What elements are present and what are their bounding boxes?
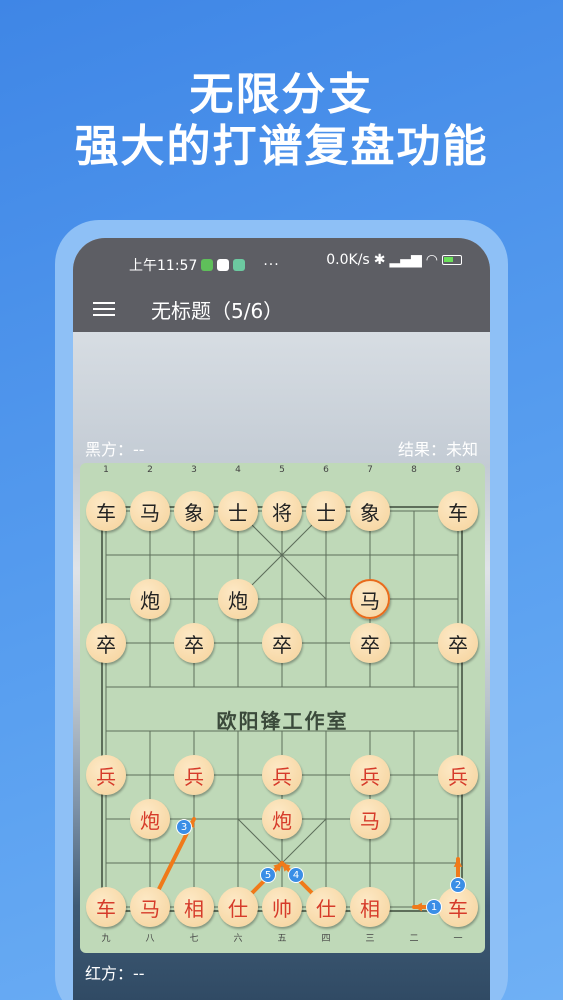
move-number-marker: 5 xyxy=(260,867,276,883)
red-piece[interactable]: 炮 xyxy=(262,799,302,839)
bottom-file-numbers: 九八七六五四三二一 xyxy=(80,931,485,944)
phone-screen: 上午11:57 ··· 0.0K/s ✱ ▂▄▆ ◠ 无标题（5/6） 黑方：-… xyxy=(73,238,490,1000)
qq-icon xyxy=(217,259,230,271)
move-number-marker: 2 xyxy=(450,877,466,893)
file-number: 七 xyxy=(189,934,199,944)
file-number: 五 xyxy=(277,934,287,944)
wechat-icon xyxy=(201,259,214,271)
red-piece[interactable]: 车 xyxy=(438,887,478,927)
black-piece[interactable]: 车 xyxy=(86,491,126,531)
file-number: 一 xyxy=(453,934,463,944)
red-piece[interactable]: 马 xyxy=(350,799,390,839)
red-piece[interactable]: 相 xyxy=(350,887,390,927)
black-piece[interactable]: 将 xyxy=(262,491,302,531)
chess-board[interactable]: 123456789 欧阳锋工作室 车马象士将士象车炮炮马卒卒卒卒卒兵兵兵兵兵炮炮… xyxy=(80,463,485,953)
red-player-label: 红方：-- xyxy=(85,964,145,983)
file-number: 六 xyxy=(233,934,243,944)
file-number: 三 xyxy=(365,934,375,944)
red-piece[interactable]: 兵 xyxy=(438,755,478,795)
black-piece[interactable]: 卒 xyxy=(86,623,126,663)
black-piece[interactable]: 卒 xyxy=(350,623,390,663)
battery-icon xyxy=(442,255,462,265)
wifi-icon: ◠ xyxy=(425,252,438,268)
network-speed: 0.0K/s xyxy=(326,252,370,268)
app-icon xyxy=(233,259,246,271)
bluetooth-icon: ✱ xyxy=(373,252,386,268)
black-piece[interactable]: 卒 xyxy=(174,623,214,663)
black-piece[interactable]: 马 xyxy=(350,579,390,619)
red-piece[interactable]: 仕 xyxy=(306,887,346,927)
black-piece[interactable]: 卒 xyxy=(262,623,302,663)
red-piece[interactable]: 车 xyxy=(86,887,126,927)
red-piece[interactable]: 兵 xyxy=(262,755,302,795)
black-piece[interactable]: 士 xyxy=(218,491,258,531)
move-number-marker: 1 xyxy=(426,899,442,915)
file-number: 八 xyxy=(145,934,155,944)
red-piece[interactable]: 仕 xyxy=(218,887,258,927)
black-piece[interactable]: 炮 xyxy=(218,579,258,619)
move-number-marker: 3 xyxy=(176,819,192,835)
file-number: 二 xyxy=(409,934,419,944)
river-text: 欧阳锋工作室 xyxy=(216,709,349,733)
black-piece[interactable]: 象 xyxy=(350,491,390,531)
status-time: 上午11:57 xyxy=(129,258,198,274)
black-piece[interactable]: 象 xyxy=(174,491,214,531)
red-piece[interactable]: 相 xyxy=(174,887,214,927)
file-number: 四 xyxy=(321,934,331,944)
black-piece[interactable]: 炮 xyxy=(130,579,170,619)
app-bar: 无标题（5/6） xyxy=(73,286,490,332)
status-bar: 上午11:57 ··· 0.0K/s ✱ ▂▄▆ ◠ xyxy=(73,238,490,286)
result-label: 结果：未知 xyxy=(397,440,478,459)
black-piece[interactable]: 士 xyxy=(306,491,346,531)
black-piece[interactable]: 卒 xyxy=(438,623,478,663)
promo-headline-2: 强大的打谱复盘功能 xyxy=(74,121,489,172)
file-number: 九 xyxy=(101,934,111,944)
black-player-label: 黑方：-- xyxy=(85,440,145,459)
more-notifications: ··· xyxy=(263,257,280,273)
red-piece[interactable]: 帅 xyxy=(262,887,302,927)
red-piece[interactable]: 兵 xyxy=(174,755,214,795)
red-piece[interactable]: 兵 xyxy=(350,755,390,795)
black-piece[interactable]: 马 xyxy=(130,491,170,531)
red-piece[interactable]: 炮 xyxy=(130,799,170,839)
page-title: 无标题（5/6） xyxy=(151,298,284,323)
red-piece[interactable]: 兵 xyxy=(86,755,126,795)
move-number-marker: 4 xyxy=(288,867,304,883)
signal-icon: ▂▄▆ xyxy=(389,252,422,268)
black-piece[interactable]: 车 xyxy=(438,491,478,531)
menu-icon[interactable] xyxy=(93,298,115,320)
red-piece[interactable]: 马 xyxy=(130,887,170,927)
status-right: 0.0K/s ✱ ▂▄▆ ◠ xyxy=(326,252,462,268)
